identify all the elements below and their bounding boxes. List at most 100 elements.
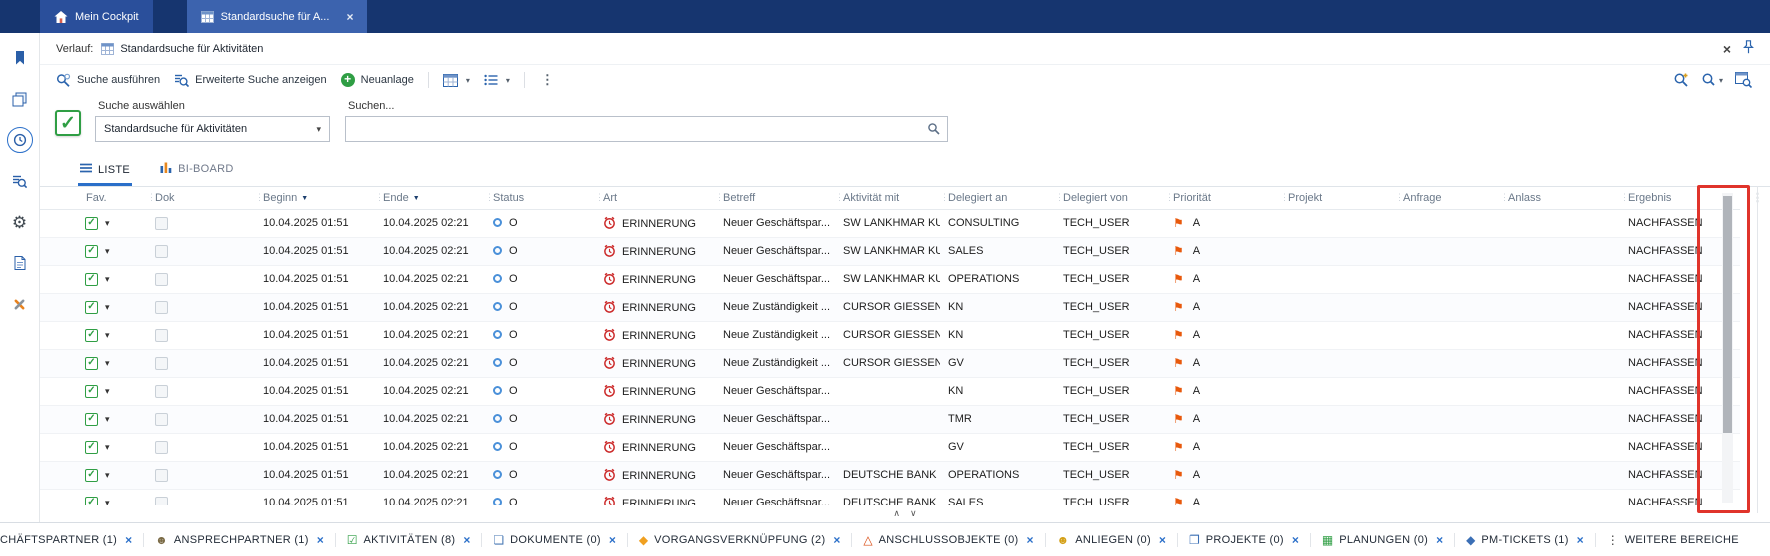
search-list-icon[interactable]	[7, 168, 33, 194]
bottom-tab-planungen[interactable]: ▦PLANUNGEN (0)×	[1311, 523, 1454, 556]
pin-icon[interactable]	[1743, 40, 1754, 57]
row-dropdown-icon[interactable]: ▾	[105, 302, 110, 312]
gear-icon[interactable]: ⚙	[7, 209, 33, 235]
close-tab-icon[interactable]: ×	[125, 534, 132, 546]
dok-checkbox[interactable]	[155, 301, 168, 314]
bottom-tab-projekte[interactable]: ❐PROJEKTE (0)×	[1178, 523, 1310, 556]
table-row[interactable]: ✓▾ 10.04.2025 01:51 10.04.2025 02:21 O E…	[40, 321, 1740, 349]
close-tab-icon[interactable]: ×	[317, 534, 324, 546]
dok-checkbox[interactable]	[155, 273, 168, 286]
bottom-tab-anschlussobjekte[interactable]: △ANSCHLUSSOBJEKTE (0)×	[852, 523, 1044, 556]
tab-bi-board[interactable]: BI-BOARD	[158, 162, 236, 186]
bottom-tab-vorgangsverknüpfung[interactable]: ◆VORGANGSVERKNÜPFUNG (2)×	[628, 523, 852, 556]
search-in-table-icon[interactable]	[1735, 72, 1752, 88]
list-view-button[interactable]: ▾	[484, 74, 510, 86]
more-options-icon[interactable]: ⋮	[539, 72, 556, 88]
column-header-anlass[interactable]: Anlass	[1500, 187, 1620, 209]
column-header-delegiert-an[interactable]: Delegiert an	[940, 187, 1055, 209]
favorite-checkbox[interactable]: ✓	[85, 301, 98, 314]
column-header-fav-[interactable]: Fav.	[40, 187, 147, 209]
table-row[interactable]: ✓▾ 10.04.2025 01:51 10.04.2025 02:21 O E…	[40, 293, 1740, 321]
table-row[interactable]: ✓▾ 10.04.2025 01:51 10.04.2025 02:21 O E…	[40, 209, 1740, 237]
close-tab-icon[interactable]: ×	[609, 534, 616, 546]
tools-icon[interactable]	[7, 291, 33, 317]
column-header-art[interactable]: Art	[595, 187, 715, 209]
row-dropdown-icon[interactable]: ▾	[105, 246, 110, 256]
dok-checkbox[interactable]	[155, 217, 168, 230]
dok-checkbox[interactable]	[155, 357, 168, 370]
row-dropdown-icon[interactable]: ▾	[105, 274, 110, 284]
new-search-icon[interactable]	[1673, 72, 1689, 88]
column-header-delegiert-von[interactable]: Delegiert von	[1055, 187, 1165, 209]
dok-checkbox[interactable]	[155, 497, 168, 506]
row-dropdown-icon[interactable]: ▾	[105, 470, 110, 480]
favorite-checkbox[interactable]: ✓	[85, 497, 98, 506]
column-header-dok[interactable]: Dok	[147, 187, 255, 209]
bottom-tab-ansprechpartner[interactable]: ☻ANSPRECHPARTNER (1)×	[144, 523, 335, 556]
table-row[interactable]: ✓▾ 10.04.2025 01:51 10.04.2025 02:21 O E…	[40, 405, 1740, 433]
execute-search-button[interactable]: Suche ausführen	[56, 73, 160, 88]
bottom-tab-dokumente[interactable]: ❏DOKUMENTE (0)×	[482, 523, 626, 556]
new-record-button[interactable]: + Neuanlage	[341, 73, 414, 87]
favorite-checkbox[interactable]: ✓	[85, 329, 98, 342]
table-row[interactable]: ✓▾ 10.04.2025 01:51 10.04.2025 02:21 O E…	[40, 489, 1740, 505]
column-header-beginn[interactable]: Beginn▼	[255, 187, 375, 209]
search-select[interactable]: Standardsuche für Aktivitäten ▾	[95, 116, 330, 142]
column-header-ende[interactable]: Ende▼	[375, 187, 485, 209]
close-tab-icon[interactable]: ×	[346, 11, 353, 23]
row-dropdown-icon[interactable]: ▾	[105, 442, 110, 452]
report-icon[interactable]	[7, 250, 33, 276]
column-header-status[interactable]: Status	[485, 187, 595, 209]
table-row[interactable]: ✓▾ 10.04.2025 01:51 10.04.2025 02:21 O E…	[40, 237, 1740, 265]
close-panel-icon[interactable]: ×	[1723, 42, 1731, 56]
favorite-checkbox[interactable]: ✓	[85, 469, 98, 482]
dok-checkbox[interactable]	[155, 441, 168, 454]
tab-standardsuche-aktivitaeten[interactable]: Standardsuche für A... ×	[187, 0, 368, 33]
table-row[interactable]: ✓▾ 10.04.2025 01:51 10.04.2025 02:21 O E…	[40, 433, 1740, 461]
row-dropdown-icon[interactable]: ▾	[105, 414, 110, 424]
column-header-priorität[interactable]: Priorität	[1165, 187, 1280, 209]
column-header-anfrage[interactable]: Anfrage	[1395, 187, 1500, 209]
grid-view-button[interactable]: ▾	[443, 74, 470, 87]
table-row[interactable]: ✓▾ 10.04.2025 01:51 10.04.2025 02:21 O E…	[40, 265, 1740, 293]
favorite-checkbox[interactable]: ✓	[85, 357, 98, 370]
dok-checkbox[interactable]	[155, 329, 168, 342]
close-tab-icon[interactable]: ×	[1292, 534, 1299, 546]
copy-icon[interactable]	[7, 86, 33, 112]
row-dropdown-icon[interactable]: ▾	[105, 358, 110, 368]
search-options-icon[interactable]: ▾	[1701, 72, 1723, 88]
row-dropdown-icon[interactable]: ▾	[105, 330, 110, 340]
bottom-tab-chäftspartner[interactable]: CHÄFTSPARTNER (1)×	[0, 523, 143, 556]
column-header-betreff[interactable]: Betreff	[715, 187, 835, 209]
search-icon[interactable]	[927, 122, 940, 138]
table-row[interactable]: ✓▾ 10.04.2025 01:51 10.04.2025 02:21 O E…	[40, 377, 1740, 405]
favorite-checkbox[interactable]: ✓	[85, 217, 98, 230]
dok-checkbox[interactable]	[155, 385, 168, 398]
dok-checkbox[interactable]	[155, 245, 168, 258]
expand-up-icon[interactable]: ∧	[893, 509, 900, 518]
row-dropdown-icon[interactable]: ▾	[105, 498, 110, 506]
tab-liste[interactable]: LISTE	[78, 163, 132, 186]
favorite-checkbox[interactable]: ✓	[85, 273, 98, 286]
collapse-down-icon[interactable]: ∨	[910, 509, 917, 518]
dok-checkbox[interactable]	[155, 469, 168, 482]
column-header-aktivität-mit[interactable]: Aktivität mit	[835, 187, 940, 209]
history-current-item[interactable]: Standardsuche für Aktivitäten	[101, 43, 263, 55]
close-tab-icon[interactable]: ×	[833, 534, 840, 546]
close-tab-icon[interactable]: ×	[1027, 534, 1034, 546]
close-tab-icon[interactable]: ×	[1436, 534, 1443, 546]
favorite-checkbox[interactable]: ✓	[85, 441, 98, 454]
table-row[interactable]: ✓▾ 10.04.2025 01:51 10.04.2025 02:21 O E…	[40, 461, 1740, 489]
tab-mein-cockpit[interactable]: Mein Cockpit	[40, 0, 153, 33]
bottom-tab-anliegen[interactable]: ☻ANLIEGEN (0)×	[1046, 523, 1177, 556]
close-tab-icon[interactable]: ×	[463, 534, 470, 546]
table-row[interactable]: ✓▾ 10.04.2025 01:51 10.04.2025 02:21 O E…	[40, 349, 1740, 377]
bottom-tab-pm-tickets[interactable]: ◆PM-TICKETS (1)×	[1455, 523, 1595, 556]
bookmark-icon[interactable]	[7, 45, 33, 71]
history-clock-icon[interactable]	[7, 127, 33, 153]
favorite-checkbox[interactable]: ✓	[85, 245, 98, 258]
search-input[interactable]	[345, 116, 948, 142]
row-dropdown-icon[interactable]: ▾	[105, 386, 110, 396]
bottom-tab-aktivitäten[interactable]: ☑AKTIVITÄTEN (8)×	[336, 523, 482, 556]
close-tab-icon[interactable]: ×	[1577, 534, 1584, 546]
